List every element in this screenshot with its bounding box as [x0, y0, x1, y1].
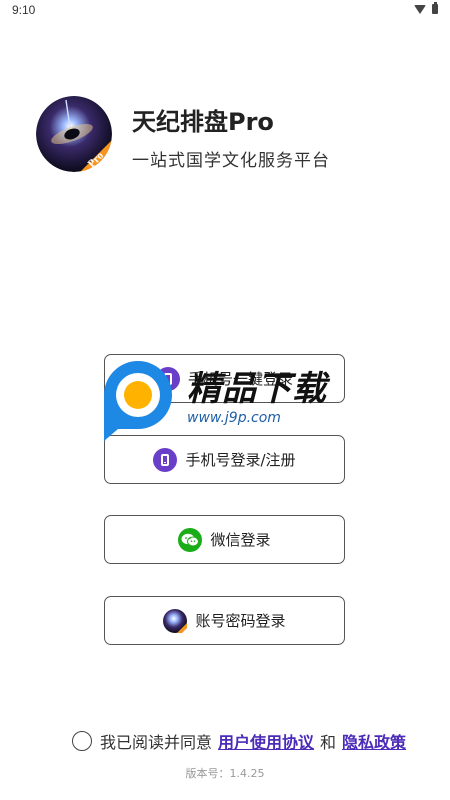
agreement-radio[interactable]: [72, 731, 92, 751]
user-agreement-link[interactable]: 用户使用协议: [218, 729, 314, 753]
agreement-conjunction: 和: [320, 733, 337, 752]
app-name: 天纪排盘Pro: [132, 108, 274, 136]
account-password-login-label: 账号密码登录: [195, 612, 286, 630]
status-icons: [414, 2, 438, 14]
watermark-url: www.j9p.com: [187, 410, 281, 426]
app-logo-icon: Pro: [36, 96, 112, 172]
battery-icon: [432, 2, 438, 14]
watermark-logo-icon: [104, 361, 172, 441]
privacy-policy-link[interactable]: 隐私政策: [342, 729, 406, 753]
watermark-text: 精品下载: [187, 369, 327, 409]
agreement-row: 我已阅读并同意 用户使用协议和隐私政策: [72, 729, 406, 753]
status-bar: 9:10: [0, 0, 450, 22]
wechat-icon: [178, 527, 203, 552]
app-slogan: 一站式国学文化服务平台: [132, 151, 330, 171]
app-logo-icon: [163, 608, 188, 633]
wechat-login-label: 微信登录: [210, 531, 271, 549]
wifi-icon: [414, 4, 426, 14]
phone-icon: [153, 447, 178, 472]
watermark-overlay: 精品下载 www.j9p.com: [96, 355, 356, 445]
phone-login-register-label: 手机号登录/注册: [185, 451, 296, 469]
agreement-prefix: 我已阅读并同意: [100, 733, 213, 752]
account-password-login-button[interactable]: 账号密码登录: [104, 596, 345, 645]
wechat-login-button[interactable]: 微信登录: [104, 515, 345, 564]
status-time: 9:10: [12, 3, 36, 17]
version-text: 版本号：1.4.25: [185, 767, 265, 780]
